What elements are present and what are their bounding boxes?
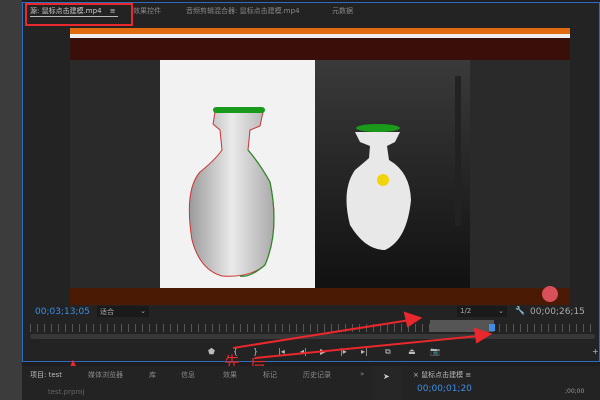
selection-tool-icon[interactable]: ➤	[383, 372, 390, 381]
arrowhead	[473, 327, 493, 344]
arrowhead	[403, 311, 423, 328]
tools-panel: ➤	[372, 366, 402, 400]
tab-project[interactable]: 项目: test	[30, 370, 62, 380]
tab-library[interactable]: 库	[149, 370, 156, 380]
tab-effects[interactable]: 效果	[223, 370, 237, 380]
more-tabs-icon[interactable]: »	[360, 370, 364, 378]
program-tab[interactable]: × 鼠标点击建模 ≡	[413, 370, 471, 380]
tab-media-browser[interactable]: 媒体浏览器	[88, 370, 123, 380]
tab-history[interactable]: 历史记录	[303, 370, 331, 380]
program-title: 鼠标点击建模	[421, 371, 464, 379]
arrow-first	[232, 319, 411, 349]
timeline-ruler-label: ;00;00	[565, 388, 585, 395]
tab-info[interactable]: 信息	[181, 370, 195, 380]
tab-markers[interactable]: 标记	[263, 370, 277, 380]
program-timecode[interactable]: 00;00;01;20	[417, 384, 472, 394]
annotation-arrows	[66, 311, 493, 400]
project-file-item[interactable]: test.prproj	[48, 388, 84, 396]
program-panel: × 鼠标点击建模 ≡ 00;00;01;20 ;00;00	[405, 366, 600, 400]
